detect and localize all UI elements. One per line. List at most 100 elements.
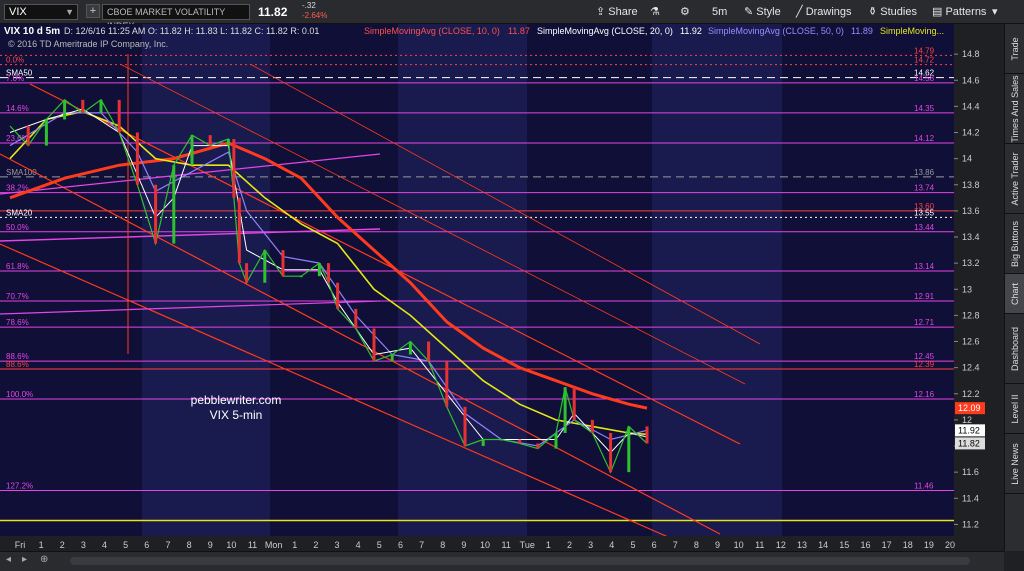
zoom-icon[interactable]: ⊕ xyxy=(40,554,48,565)
x-tick-label: 14 xyxy=(818,540,828,550)
timeframe-button[interactable]: 5m xyxy=(712,0,727,24)
symbol-description: CBOE MARKET VOLATILITY INDEX xyxy=(102,4,250,31)
sidebar-tab-live-news[interactable]: Live News xyxy=(1005,434,1024,494)
candle xyxy=(427,341,431,362)
candle xyxy=(281,250,285,277)
share-icon: ⇪ xyxy=(596,6,606,18)
sma20-value: 11.92 xyxy=(680,26,702,36)
level-label: 100.0% xyxy=(6,390,33,399)
candle xyxy=(44,119,48,146)
bottom-scrollbar[interactable]: ◂ ▸ ⊕ xyxy=(0,551,1004,571)
sidebar-tab-chart[interactable]: Chart xyxy=(1005,274,1024,314)
sidebar-tab-label: Level II xyxy=(1009,393,1020,424)
candle xyxy=(172,165,176,244)
x-tick-label: 7 xyxy=(165,540,170,550)
candle xyxy=(481,439,485,447)
candle xyxy=(554,432,558,449)
x-tick-label: 6 xyxy=(652,540,657,550)
level-tag: 14.72 xyxy=(914,56,935,65)
price-chart[interactable]: 0.0% 14.7214.79SMA50 14.627.0% 14.5814.6% 14… xyxy=(0,24,1004,551)
sidebar-tab-big-buttons[interactable]: Big Buttons xyxy=(1005,214,1024,274)
ticker-line: VIX 10 d 5m xyxy=(4,26,60,37)
sidebar-tab-label: Chart xyxy=(1009,282,1020,305)
y-tick-label: 14.4 xyxy=(962,101,980,111)
y-tick-label: 12 xyxy=(962,415,972,425)
x-tick-label: 7 xyxy=(673,540,678,550)
ohlc-readout: D: 12/6/16 11:25 AM O: 11.82 H: 11.83 L:… xyxy=(64,26,319,36)
y-tick-label: 14.8 xyxy=(962,49,980,59)
y-tick-label: 13.6 xyxy=(962,206,980,216)
x-tick-label: 5 xyxy=(123,540,128,550)
x-tick-label: 10 xyxy=(734,540,744,550)
x-tick-label: 3 xyxy=(588,540,593,550)
sma20-label: SimpleMovingAvg (CLOSE, 20, 0) xyxy=(537,26,673,36)
sidebar-tab-times-and-sales[interactable]: Times And Sales xyxy=(1005,74,1024,144)
candle xyxy=(499,439,503,441)
candle xyxy=(336,282,340,309)
style-label: Style xyxy=(756,6,781,18)
scroll-right-icon[interactable]: ▸ xyxy=(22,554,27,565)
price-tag-label: 11.92 xyxy=(958,425,980,435)
flask-icon[interactable]: ⚗ xyxy=(650,0,660,24)
x-tick-label: 17 xyxy=(882,540,892,550)
sidebar-tab-label: Times And Sales xyxy=(1009,74,1020,143)
sidebar-tab-active-trader[interactable]: Active Trader xyxy=(1005,144,1024,214)
y-axis: 11.211.411.611.81212.212.412.612.81313.2… xyxy=(954,24,1004,551)
sma50-label: SimpleMovingAvg (CLOSE, 50, 0) xyxy=(708,26,844,36)
candle xyxy=(609,432,613,473)
price-tag-label: 11.82 xyxy=(958,438,980,448)
sidebar-tab-level-ii[interactable]: Level II xyxy=(1005,384,1024,434)
level-tag: 13.74 xyxy=(914,184,935,193)
chevron-down-icon[interactable]: ▼ xyxy=(65,5,74,19)
x-tick-label: 9 xyxy=(715,540,720,550)
x-tick-label: 19 xyxy=(924,540,934,550)
level-label: SMA100 xyxy=(6,168,37,177)
scroll-track[interactable] xyxy=(70,557,970,565)
studies-button[interactable]: ⚱ Studies xyxy=(868,0,917,24)
x-tick-label: 10 xyxy=(480,540,490,550)
x-tick-label: Fri xyxy=(15,540,26,550)
x-tick-label: 6 xyxy=(144,540,149,550)
scroll-left-icon[interactable]: ◂ xyxy=(6,554,11,565)
candle xyxy=(135,132,139,185)
candle xyxy=(327,263,330,283)
x-tick-label: 4 xyxy=(102,540,107,550)
sidebar-tab-trade[interactable]: Trade xyxy=(1005,24,1024,74)
candle xyxy=(372,328,376,362)
x-tick-label: 2 xyxy=(60,540,65,550)
level-tag: 13.55 xyxy=(914,208,935,217)
candle xyxy=(536,443,540,449)
level-label: 78.6% xyxy=(6,318,29,327)
level-tag: 14.12 xyxy=(914,134,935,143)
sidebar-tab-label: Dashboard xyxy=(1009,326,1020,371)
price-tags: 12.09 11.92 11.82 xyxy=(955,402,985,450)
drawings-button[interactable]: ╱ Drawings xyxy=(796,0,852,24)
sidebar-tab-dashboard[interactable]: Dashboard xyxy=(1005,314,1024,384)
chevron-down-icon[interactable]: ▾ xyxy=(992,0,998,24)
level-label: 61.8% xyxy=(6,262,29,271)
gear-icon[interactable]: ⚙ xyxy=(680,0,690,24)
x-tick-label: 3 xyxy=(335,540,340,550)
add-symbol-button[interactable]: + xyxy=(86,4,100,18)
top-toolbar: VIX ▼ + CBOE MARKET VOLATILITY INDEX 11.… xyxy=(0,0,1024,31)
candle xyxy=(518,439,522,444)
candle xyxy=(245,263,249,283)
y-tick-label: 14.2 xyxy=(962,128,980,138)
x-tick-label: 18 xyxy=(903,540,913,550)
sidebar-tab-label: Trade xyxy=(1009,36,1020,61)
y-tick-label: 13 xyxy=(962,284,972,294)
session-bands xyxy=(142,24,782,551)
style-button[interactable]: ✎ Style xyxy=(744,0,781,24)
sidebar-tab-label: Live News xyxy=(1009,442,1020,485)
drawings-label: Drawings xyxy=(805,6,852,18)
session-band xyxy=(142,24,270,551)
x-tick-label: 11 xyxy=(501,540,510,550)
share-button[interactable]: ⇪ Share xyxy=(596,0,638,24)
candle xyxy=(63,99,67,120)
symbol-input[interactable]: VIX ▼ xyxy=(4,4,78,20)
studies-icon: ⚱ xyxy=(868,6,878,18)
style-icon: ✎ xyxy=(744,6,754,18)
candle xyxy=(237,197,241,264)
patterns-label: Patterns xyxy=(945,6,987,18)
patterns-button[interactable]: ▤ Patterns xyxy=(932,0,986,24)
